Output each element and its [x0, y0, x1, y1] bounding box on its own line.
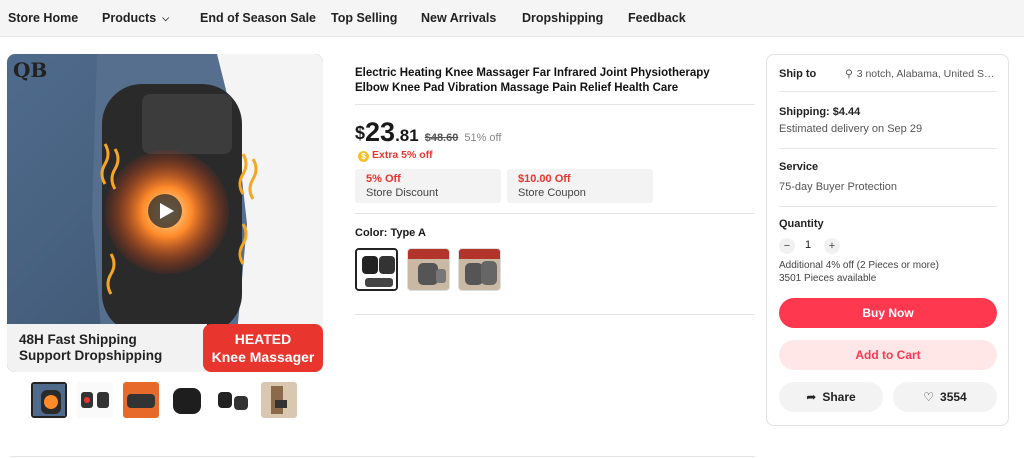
buy-now-button[interactable]: Buy Now: [779, 298, 997, 328]
heated-line-2: Knee Massager: [211, 349, 315, 365]
service-label: Service: [779, 161, 819, 173]
price-decimal: .81: [395, 126, 419, 145]
color-swatch-type-c[interactable]: [458, 248, 501, 291]
share-button[interactable]: ➦ Share: [779, 382, 883, 412]
add-to-cart-button[interactable]: Add to Cart: [779, 340, 997, 370]
quantity-increase-button[interactable]: +: [824, 238, 840, 254]
shipping-banner: 48H Fast Shipping Support Dropshipping: [19, 332, 162, 364]
price-block: $23.81 $48.60 51% off: [355, 117, 501, 148]
stock-available: 3501 Pieces available: [779, 273, 877, 284]
ship-to-value: 3 notch, Alabama, United St...: [856, 68, 995, 80]
shipping-cost: Shipping: $4.44: [779, 106, 861, 118]
extra-discount-text: Extra 5% off: [372, 149, 433, 161]
nav-feedback[interactable]: Feedback: [628, 11, 686, 25]
extra-discount: $ Extra 5% off: [358, 149, 433, 162]
nav-end-of-season-sale[interactable]: End of Season Sale: [200, 11, 316, 25]
thumbnail-2[interactable]: [77, 382, 113, 418]
heated-line-1: HEATED: [234, 331, 292, 347]
color-label: Color: Type A: [355, 227, 426, 239]
nav-products-label: Products: [102, 11, 157, 25]
thumbnail-6[interactable]: [261, 382, 297, 418]
service-value: 75-day Buyer Protection: [779, 181, 898, 193]
coin-icon: $: [358, 151, 369, 162]
nav-dropshipping[interactable]: Dropshipping: [522, 11, 603, 25]
color-swatch-type-b[interactable]: [407, 248, 450, 291]
nav-new-arrivals[interactable]: New Arrivals: [421, 11, 496, 25]
divider: [779, 206, 997, 207]
bulk-discount-note: Additional 4% off (2 Pieces or more): [779, 260, 939, 271]
thumbnail-3[interactable]: [123, 382, 159, 418]
product-title: Electric Heating Knee Massager Far Infra…: [355, 67, 710, 94]
banner-line-1: 48H Fast Shipping: [19, 332, 137, 347]
banner-line-2: Support Dropshipping: [19, 348, 163, 363]
coupon-label: Store Coupon: [518, 187, 586, 199]
share-label: Share: [822, 390, 856, 404]
wishlist-count: 3554: [940, 390, 967, 404]
price-currency: $: [355, 123, 366, 143]
divider: [355, 314, 755, 315]
thumbnail-1[interactable]: [31, 382, 67, 418]
coupon-amount: $10.00 Off: [518, 173, 571, 185]
ship-to-selector[interactable]: ⚲ 3 notch, Alabama, United St...: [845, 68, 995, 80]
quantity-decrease-button[interactable]: −: [779, 238, 795, 254]
divider: [355, 213, 755, 214]
location-pin-icon: ⚲: [845, 68, 853, 80]
product-main-image[interactable]: QB 48H Fast Shipping Support Dropshippin…: [7, 54, 323, 372]
heart-icon: ♡: [923, 390, 935, 404]
divider: [779, 148, 997, 149]
coupon-store-discount[interactable]: 5% Off Store Discount: [355, 169, 501, 203]
ship-to-label: Ship to: [779, 68, 817, 80]
nav-products[interactable]: Products ⌵: [102, 11, 169, 25]
original-price: $48.60: [424, 132, 459, 144]
thumbnail-4[interactable]: [169, 382, 205, 418]
estimated-delivery: Estimated delivery on Sep 29: [779, 123, 923, 135]
share-icon: ➦: [806, 390, 817, 404]
nav-store-home[interactable]: Store Home: [8, 11, 78, 25]
store-nav-bar: Store Home Products ⌵ End of Season Sale …: [0, 0, 1024, 37]
brand-logo: QB: [13, 58, 48, 82]
purchase-panel: Ship to ⚲ 3 notch, Alabama, United St... …: [766, 54, 1009, 426]
discount-percent: 51% off: [464, 132, 502, 144]
price-integer: 23: [365, 117, 396, 147]
nav-top-selling[interactable]: Top Selling: [331, 11, 397, 25]
quantity-value[interactable]: 1: [805, 239, 811, 251]
heated-banner: HEATED Knee Massager: [203, 330, 323, 366]
divider: [355, 104, 755, 105]
chevron-down-icon: ⌵: [162, 13, 170, 23]
quantity-label: Quantity: [779, 218, 824, 230]
color-swatch-type-a[interactable]: [355, 248, 398, 291]
coupon-store-coupon[interactable]: $10.00 Off Store Coupon: [507, 169, 653, 203]
wishlist-button[interactable]: ♡ 3554: [893, 382, 997, 412]
divider: [10, 456, 755, 457]
product-image-graphic: [7, 54, 323, 372]
coupon-amount: 5% Off: [366, 173, 401, 185]
thumbnail-5[interactable]: [215, 382, 251, 418]
coupon-label: Store Discount: [366, 187, 439, 199]
divider: [779, 91, 997, 92]
